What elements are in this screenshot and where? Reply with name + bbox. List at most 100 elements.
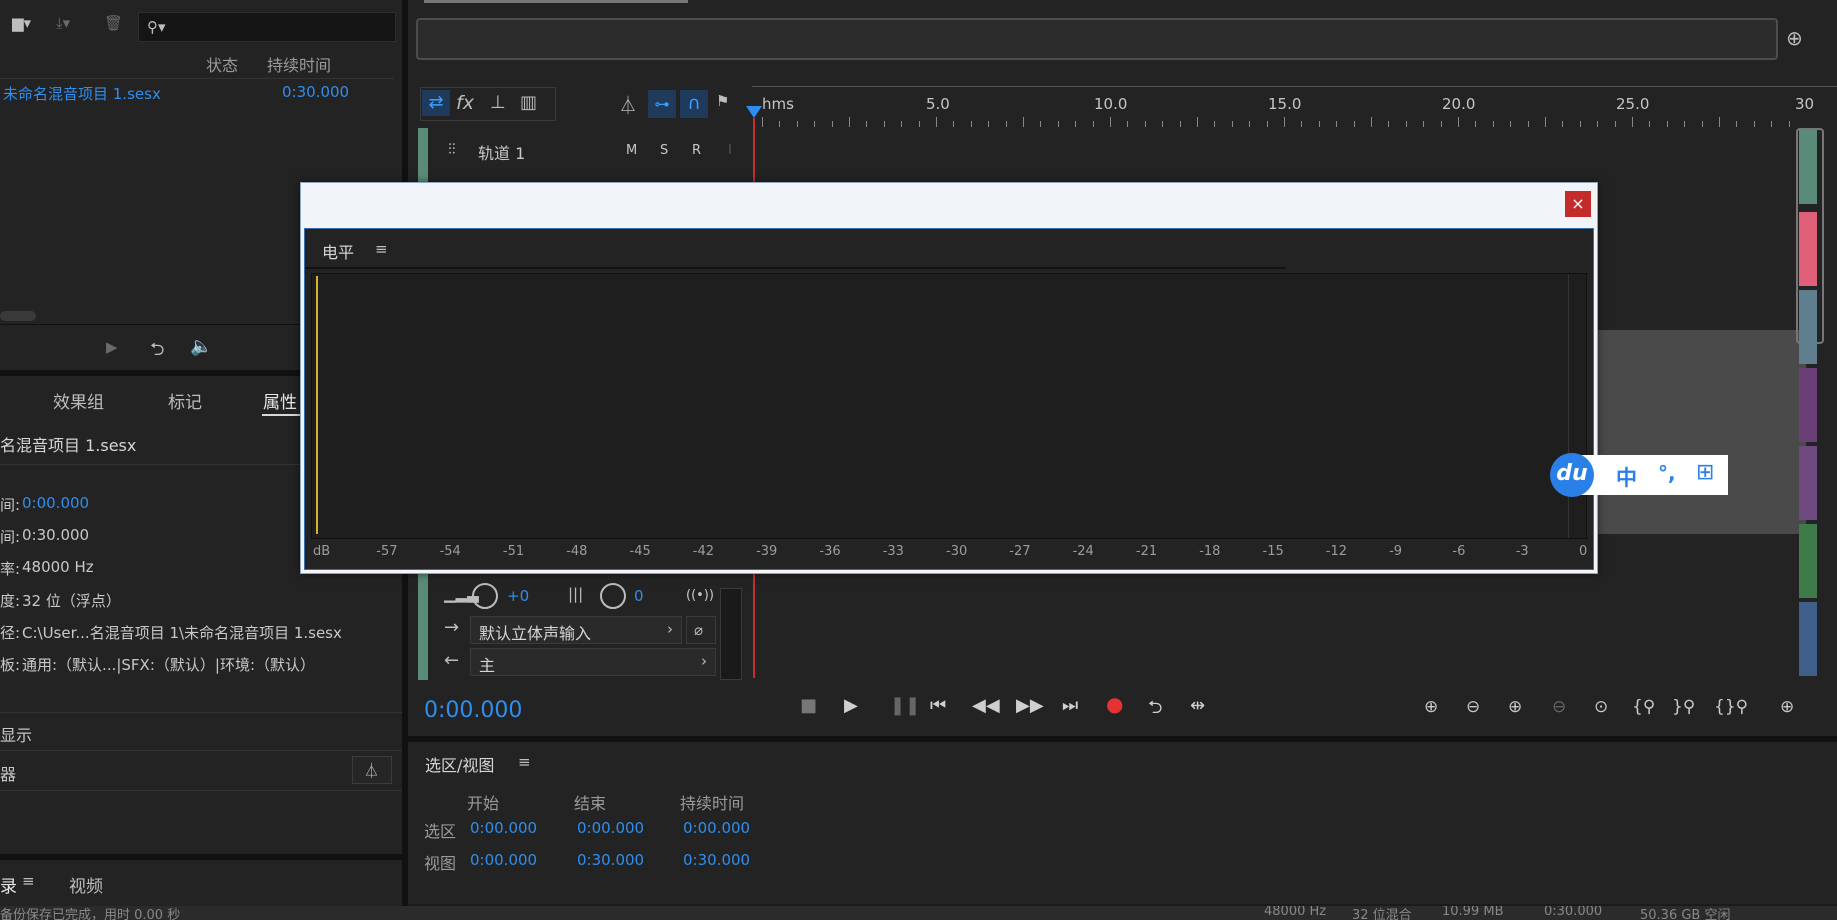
col-duration[interactable]: 持续时间 [267, 52, 331, 76]
zoom-in-right-icon[interactable]: }⚲ [1672, 697, 1695, 717]
tab-properties[interactable]: 属性 [263, 388, 297, 413]
output-select[interactable]: 主 › [470, 648, 716, 676]
section-display[interactable]: 显示 [0, 722, 32, 746]
status-free-space: 50.36 GB 空闲 [1640, 908, 1731, 920]
col-status[interactable]: 状态 [206, 52, 238, 76]
snap-icon[interactable]: ∩ [680, 90, 708, 118]
tab-effects-rack[interactable]: 效果组 [53, 388, 104, 413]
time-ruler[interactable]: hms 5.0 10.0 15.0 20.0 25.0 30 [752, 86, 1837, 127]
play-icon[interactable]: ▶ [844, 695, 858, 716]
track-name[interactable]: 轨道 1 [478, 140, 525, 164]
zoom-in-time-icon[interactable]: ⊕ [1508, 697, 1522, 717]
new-file-icon[interactable]: ▆▾ [12, 14, 31, 32]
ime-logo[interactable]: du [1550, 453, 1594, 497]
horizontal-scrollbar[interactable] [0, 311, 36, 321]
track-color-block[interactable] [1799, 602, 1817, 676]
eq-icon[interactable]: ▥ [520, 92, 537, 113]
volume-knob[interactable] [472, 583, 498, 609]
menu-icon[interactable]: ≡ [22, 872, 35, 890]
track-color-block[interactable] [1799, 446, 1817, 520]
zoom-full-icon[interactable]: ⊙ [1594, 697, 1608, 717]
ruler-tick [1127, 121, 1129, 127]
waveform-view-icon[interactable]: ⇄ [422, 90, 450, 116]
zoom-out-amplitude-icon[interactable]: ⊖ [1466, 697, 1480, 717]
metronome-tool-icon[interactable]: ⏃ [619, 92, 637, 118]
rewind-icon[interactable]: ◀◀ [972, 695, 1000, 716]
marker-icon[interactable]: ⚑ [716, 92, 729, 110]
clip-region[interactable] [1598, 330, 1806, 534]
section-metronome[interactable]: 器 [0, 761, 16, 785]
track-color-block[interactable] [1799, 524, 1817, 598]
ime-punctuation[interactable]: °, [1658, 461, 1676, 485]
zoom-out-time-icon[interactable]: ⊖ [1552, 697, 1566, 717]
import-icon[interactable]: ⤓▾ [56, 14, 70, 32]
phase-invert-button[interactable]: ⌀ [686, 616, 716, 644]
trash-icon[interactable]: 🗑 [104, 14, 123, 32]
record-arm-button[interactable]: R [692, 143, 701, 158]
send-icon[interactable]: ⊥ [490, 92, 506, 113]
play-icon[interactable]: ▶ [106, 338, 118, 356]
tab-history[interactable]: 录 [0, 872, 17, 897]
pan-value[interactable]: 0 [634, 587, 644, 605]
ruler-tick [1788, 121, 1790, 127]
close-button[interactable]: × [1565, 191, 1591, 217]
tab-video[interactable]: 视频 [69, 872, 103, 897]
pause-icon[interactable]: ❚❚ [890, 695, 920, 716]
property-value[interactable]: 0:00.000 [22, 494, 89, 512]
menu-icon[interactable]: ≡ [518, 753, 531, 771]
current-time[interactable]: 0:00.000 [424, 698, 522, 723]
ruler-tick [1579, 121, 1581, 127]
search-icon: ⚲▾ [147, 18, 166, 36]
status-bar: 备份保存已完成，用时 0.00 秒 48000 Hz 32 位混合 10.99 … [0, 906, 1837, 920]
mute-button[interactable]: M [626, 143, 637, 158]
time-select-icon[interactable]: ⊶ [648, 90, 676, 118]
input-select[interactable]: 默认立体声输入 › [470, 616, 682, 644]
track-color-block[interactable] [1799, 290, 1817, 364]
ruler-tick [1371, 117, 1372, 127]
file-name[interactable]: 未命名混音项目 1.sesx [3, 83, 161, 104]
pan-knob[interactable] [600, 583, 626, 609]
track-color-block[interactable] [1799, 130, 1817, 204]
speaker-icon[interactable]: 🔈 [190, 336, 212, 357]
skip-previous-icon[interactable]: ⏮ [930, 695, 946, 716]
zoom-track-icon[interactable]: ⊕ [1780, 697, 1794, 717]
skip-next-icon[interactable]: ⏭ [1062, 695, 1078, 716]
search-input[interactable]: ⚲▾ [138, 12, 396, 42]
loop-icon[interactable]: ⮌ [150, 337, 164, 367]
fx-icon[interactable]: fx [456, 92, 474, 114]
ruler-tick [1284, 117, 1285, 127]
ruler-tick [1753, 121, 1755, 127]
selection-end[interactable]: 0:00.000 [577, 819, 644, 837]
view-end[interactable]: 0:30.000 [577, 851, 644, 869]
solo-button[interactable]: S [660, 143, 668, 158]
zoom-fit-icon[interactable]: ⊕ [1786, 26, 1803, 50]
volume-value[interactable]: +0 [507, 587, 529, 605]
zoom-in-left-icon[interactable]: {⚲ [1632, 697, 1655, 717]
ruler-tick [1510, 121, 1512, 127]
menu-icon[interactable]: ≡ [375, 240, 388, 258]
ime-grid-icon[interactable]: ⊞ [1696, 460, 1714, 485]
overview-bar[interactable] [416, 18, 1778, 60]
track-color-block[interactable] [1799, 212, 1817, 286]
ruler-tick [866, 121, 868, 127]
metronome-button[interactable]: ⏃ [352, 756, 392, 784]
meter-peak-line [316, 276, 318, 534]
selection-duration[interactable]: 0:00.000 [683, 819, 750, 837]
track-color-block[interactable] [1799, 368, 1817, 442]
ruler-tick [936, 117, 937, 127]
skip-selection-icon[interactable]: ⇹ [1190, 695, 1205, 716]
record-button[interactable]: ● [1106, 692, 1123, 716]
stop-icon[interactable]: ■ [800, 695, 817, 716]
zoom-selection-icon[interactable]: {}⚲ [1714, 697, 1748, 717]
view-start[interactable]: 0:00.000 [470, 851, 537, 869]
selection-start[interactable]: 0:00.000 [470, 819, 537, 837]
playhead-handle[interactable] [746, 106, 762, 118]
loop-playback-icon[interactable]: ⮌ [1148, 695, 1162, 725]
tab-markers[interactable]: 标记 [168, 388, 202, 413]
input-monitor-button[interactable]: I [728, 143, 732, 158]
stereo-icon[interactable]: ((•)) [686, 588, 714, 603]
ime-mode[interactable]: 中 [1616, 462, 1637, 492]
fast-forward-icon[interactable]: ▶▶ [1016, 695, 1044, 716]
zoom-in-amplitude-icon[interactable]: ⊕ [1424, 697, 1438, 717]
view-duration[interactable]: 0:30.000 [683, 851, 750, 869]
